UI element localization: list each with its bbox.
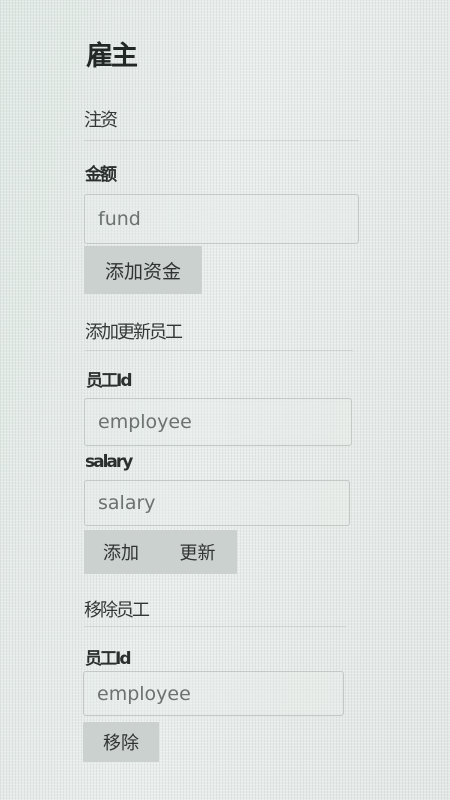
remove-employee-id-label: 员工Id: [85, 649, 131, 669]
remove-employee-heading: 移除员工: [84, 600, 150, 621]
section-divider: [85, 350, 353, 351]
add-update-employee-heading: 添加更新员工: [85, 322, 183, 343]
employee-id-input[interactable]: [84, 398, 352, 446]
section-divider: [84, 626, 346, 627]
remove-employee-button[interactable]: 移除: [83, 722, 159, 762]
invest-heading: 注资: [84, 110, 118, 131]
section-divider: [84, 140, 359, 141]
employer-page: 雇主 注资 金额 添加资金 添加更新员工 员工Id salary 添加 更新 移…: [0, 0, 450, 800]
add-employee-button[interactable]: 添加: [84, 530, 158, 574]
remove-employee-id-input[interactable]: [83, 671, 344, 716]
fund-input[interactable]: [84, 194, 359, 244]
employee-id-label: 员工Id: [86, 371, 132, 391]
employee-action-buttons: 添加 更新: [84, 530, 237, 574]
amount-label: 金额: [85, 165, 117, 185]
update-employee-button[interactable]: 更新: [158, 530, 237, 574]
page-title: 雇主: [86, 41, 138, 72]
salary-label: salary: [85, 452, 133, 472]
salary-input[interactable]: [84, 480, 350, 526]
add-fund-button[interactable]: 添加资金: [84, 246, 202, 294]
